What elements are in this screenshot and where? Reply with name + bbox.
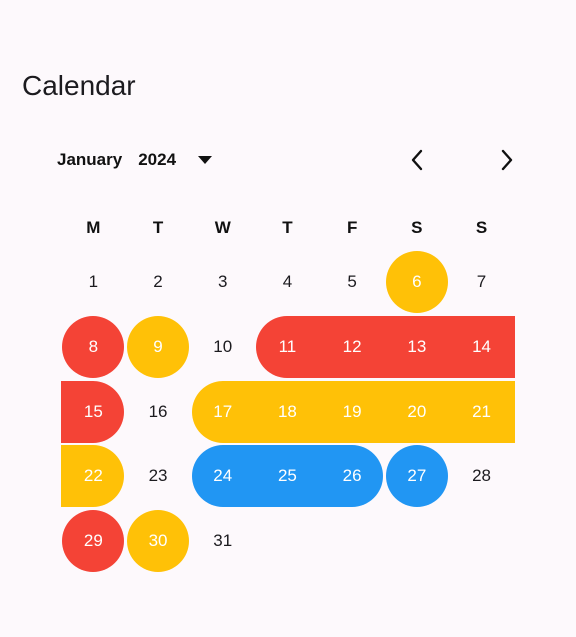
day-cell[interactable]: 5 xyxy=(320,250,385,315)
day-cell[interactable]: 19 xyxy=(320,379,385,444)
day-cell[interactable]: 30 xyxy=(126,509,191,574)
day-cell[interactable]: 2 xyxy=(126,250,191,315)
day-cell[interactable]: 25 xyxy=(255,444,320,509)
weekday-label: S xyxy=(411,218,423,237)
day-cell[interactable]: 6 xyxy=(385,250,450,315)
day-cell[interactable]: 20 xyxy=(385,379,450,444)
day-cell[interactable]: 16 xyxy=(126,379,191,444)
year-label: 2024 xyxy=(138,150,177,169)
day-cell[interactable]: 3 xyxy=(190,250,255,315)
day-cell[interactable]: 22 xyxy=(61,444,126,509)
day-cell[interactable]: 12 xyxy=(320,315,385,380)
day-cell[interactable]: 14 xyxy=(449,315,514,380)
month-label: January xyxy=(57,150,123,169)
weekday-label: M xyxy=(86,218,101,237)
day-cell[interactable]: 8 xyxy=(61,315,126,380)
day-cell[interactable]: 15 xyxy=(61,379,126,444)
day-cell[interactable]: 7 xyxy=(449,250,514,315)
previous-month-button[interactable] xyxy=(403,146,431,174)
day-cell[interactable]: 29 xyxy=(61,509,126,574)
day-cell[interactable]: 21 xyxy=(449,379,514,444)
day-cell[interactable]: 23 xyxy=(126,444,191,509)
day-cell[interactable]: 4 xyxy=(255,250,320,315)
weekday-label: F xyxy=(346,218,358,237)
day-cell[interactable]: 28 xyxy=(449,444,514,509)
weekday-label: S xyxy=(475,218,488,237)
chevron-right-icon xyxy=(501,149,513,171)
next-month-button[interactable] xyxy=(493,146,521,174)
calendar-header: January 2024 xyxy=(57,146,527,174)
month-year-selector[interactable]: January 2024 xyxy=(57,146,213,174)
day-cell[interactable]: 31 xyxy=(190,509,255,574)
day-cell[interactable]: 13 xyxy=(385,315,450,380)
day-cell[interactable]: 1 xyxy=(61,250,126,315)
weekday-label: T xyxy=(152,218,164,237)
day-cell[interactable]: 11 xyxy=(255,315,320,380)
weekday-label: W xyxy=(214,218,231,237)
day-cell[interactable]: 18 xyxy=(255,379,320,444)
chevron-left-icon xyxy=(411,149,423,171)
caret-down-icon xyxy=(198,156,213,164)
day-cell[interactable]: 17 xyxy=(190,379,255,444)
page-title: Calendar xyxy=(22,70,136,101)
day-cell[interactable]: 24 xyxy=(190,444,255,509)
day-cell[interactable]: 9 xyxy=(126,315,191,380)
day-cell[interactable]: 10 xyxy=(190,315,255,380)
weekday-label: T xyxy=(282,218,293,237)
day-cell[interactable]: 27 xyxy=(385,444,450,509)
day-cell[interactable]: 26 xyxy=(320,444,385,509)
